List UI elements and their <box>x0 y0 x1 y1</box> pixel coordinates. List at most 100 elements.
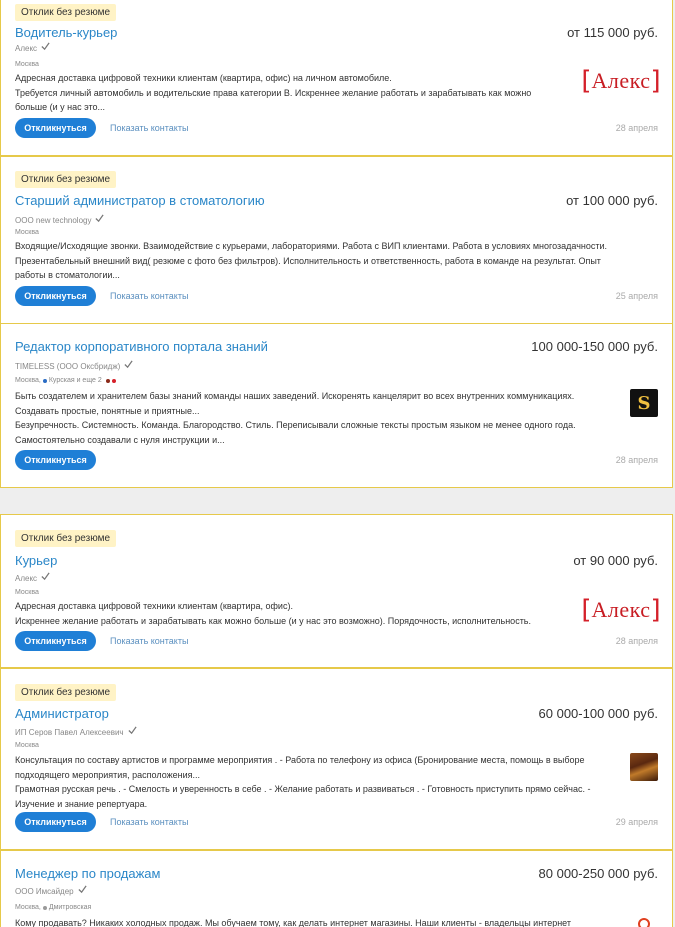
description-line: Самостоятельно создавали с нуля инструкц… <box>15 434 225 445</box>
company-name[interactable]: TIMELESS (ООО Оксбридж) <box>15 362 120 371</box>
no-resume-badge: Отклик без резюме <box>15 171 117 188</box>
description-line: Адресная доставка цифровой техники клиен… <box>15 73 392 83</box>
verified-check-icon <box>95 214 105 223</box>
salary: 80 000-250 000 руб. <box>538 866 658 881</box>
vacancy-card: Редактор корпоративного портала знаний 1… <box>0 323 673 488</box>
salary: от 100 000 руб. <box>566 193 658 208</box>
vacancy-description: Кому продавать? Никаких холодных продаж.… <box>15 916 615 927</box>
city: Москва <box>15 61 39 68</box>
vacancy-card: Отклик без резюме Курьер от 90 000 руб. … <box>0 514 673 668</box>
company-row: ИП Серов Павел Алексеевич <box>15 726 137 737</box>
verified-check-icon <box>78 885 87 894</box>
metro-dot-icon <box>111 378 116 383</box>
city: Москва, Курская и еще 2 <box>15 377 116 384</box>
vacancy-card: Отклик без резюме Администратор 60 000-1… <box>0 668 673 850</box>
salary: от 90 000 руб. <box>573 553 658 568</box>
vacancy-description: Входящие/Исходящие звонки. Взаимодействи… <box>15 239 665 283</box>
vacancy-feed: Отклик без резюме Водитель-курьер от 115… <box>0 0 675 927</box>
respond-button[interactable]: Откликнуться <box>15 118 96 138</box>
no-resume-badge: Отклик без резюме <box>15 4 117 21</box>
description-line: Кому продавать? Никаких холодных продаж.… <box>15 918 572 927</box>
publish-date: 28 апреля <box>615 123 658 133</box>
vacancy-title-link[interactable]: Курьер <box>15 553 57 568</box>
city-name: Москва, <box>15 377 41 384</box>
description-line: Создавать простые, понятные и приятные..… <box>15 405 200 416</box>
logo-text: Алекс <box>591 597 651 622</box>
metro-dot-icon <box>105 378 110 383</box>
company-row: ООО Имсайдер <box>15 885 87 896</box>
show-contacts-link[interactable]: Показать контакты <box>110 123 188 133</box>
publish-date: 25 апреля <box>615 291 658 301</box>
company-row: Алекс <box>15 42 50 53</box>
logo-text: S <box>637 392 651 414</box>
publish-date: 28 апреля <box>615 636 658 646</box>
city-name: Москва, <box>15 904 41 911</box>
logo-text: Алекс <box>591 68 651 93</box>
company-row: ООО new technology <box>15 214 105 225</box>
metro-dot-icon <box>42 905 47 910</box>
description-line: Быть создателем и хранителем базы знаний… <box>15 391 575 401</box>
company-logo[interactable]: S <box>630 389 658 417</box>
show-contacts-link[interactable]: Показать контакты <box>110 817 188 827</box>
description-line: Консультация по составу артистов и прогр… <box>15 755 585 765</box>
verified-check-icon <box>124 360 133 369</box>
metro-dot-icon <box>42 378 47 383</box>
vacancy-card: Отклик без резюме Водитель-курьер от 115… <box>0 0 673 156</box>
description-line: Искреннее желание работать и зарабатыват… <box>15 615 532 626</box>
company-name[interactable]: Алекс <box>15 574 37 583</box>
description-line: подходящего мероприятия, расположения... <box>15 769 201 780</box>
description-line: Адресная доставка цифровой техники клиен… <box>15 601 293 611</box>
vacancy-title-link[interactable]: Администратор <box>15 706 109 721</box>
city: Москва <box>15 229 39 236</box>
description-line: Грамотная русская речь . - Смелость и ув… <box>15 784 591 794</box>
show-contacts-link[interactable]: Показать контакты <box>110 636 188 646</box>
description-line: Изучение и знание репертуара. <box>15 798 148 809</box>
city-name: Москва <box>15 589 39 596</box>
respond-button[interactable]: Откликнуться <box>15 450 96 470</box>
no-resume-badge: Отклик без резюме <box>15 684 117 701</box>
verified-check-icon <box>41 572 50 581</box>
city: Москва <box>15 742 39 749</box>
metro-station: Курская и еще 2 <box>48 377 102 384</box>
company-logo[interactable]: [Алекс] <box>581 67 660 95</box>
city-name: Москва <box>15 61 39 68</box>
metro-station: Дмитровская <box>48 904 92 911</box>
vacancy-description: Быть создателем и хранителем базы знаний… <box>15 389 615 447</box>
salary: от 115 000 руб. <box>567 25 658 40</box>
verified-check-icon <box>41 42 50 51</box>
vacancy-title-link[interactable]: Старший администратор в стоматологию <box>15 193 265 208</box>
company-logo[interactable] <box>638 918 650 927</box>
company-logo[interactable] <box>630 753 658 781</box>
vacancy-description: Адресная доставка цифровой техники клиен… <box>15 71 575 115</box>
company-name[interactable]: ООО new technology <box>15 216 91 225</box>
company-logo[interactable]: [Алекс] <box>581 596 660 624</box>
city-name: Москва <box>15 229 39 236</box>
vacancy-description: Адресная доставка цифровой техники клиен… <box>15 599 575 628</box>
publish-date: 28 апреля <box>615 455 658 465</box>
city: Москва <box>15 589 39 596</box>
description-line: Требуется личный автомобиль и водительск… <box>15 87 532 98</box>
city: Москва, Дмитровская <box>15 904 91 911</box>
publish-date: 29 апреля <box>615 817 658 827</box>
salary: 100 000-150 000 руб. <box>531 339 658 354</box>
respond-button[interactable]: Откликнуться <box>15 286 96 306</box>
company-row: TIMELESS (ООО Оксбридж) <box>15 360 133 371</box>
description-line: Презентабельный внешний вид( резюме с фо… <box>15 255 601 266</box>
company-name[interactable]: ООО Имсайдер <box>15 887 74 896</box>
company-name[interactable]: ИП Серов Павел Алексеевич <box>15 728 124 737</box>
description-line: работы в стоматологии... <box>15 270 120 280</box>
salary: 60 000-100 000 руб. <box>538 706 658 721</box>
respond-button[interactable]: Откликнуться <box>15 631 96 651</box>
company-name[interactable]: Алекс <box>15 44 37 53</box>
vacancy-title-link[interactable]: Водитель-курьер <box>15 25 117 40</box>
vacancy-title-link[interactable]: Менеджер по продажам <box>15 866 160 881</box>
no-resume-badge: Отклик без резюме <box>15 530 117 547</box>
city-name: Москва <box>15 742 39 749</box>
vacancy-description: Консультация по составу артистов и прогр… <box>15 753 615 811</box>
vacancy-title-link[interactable]: Редактор корпоративного портала знаний <box>15 339 268 354</box>
description-line: больше (и у нас это... <box>15 102 106 112</box>
respond-button[interactable]: Откликнуться <box>15 812 96 832</box>
show-contacts-link[interactable]: Показать контакты <box>110 291 188 301</box>
vacancy-card: Отклик без резюме Старший администратор … <box>0 156 673 324</box>
company-row: Алекс <box>15 572 50 583</box>
